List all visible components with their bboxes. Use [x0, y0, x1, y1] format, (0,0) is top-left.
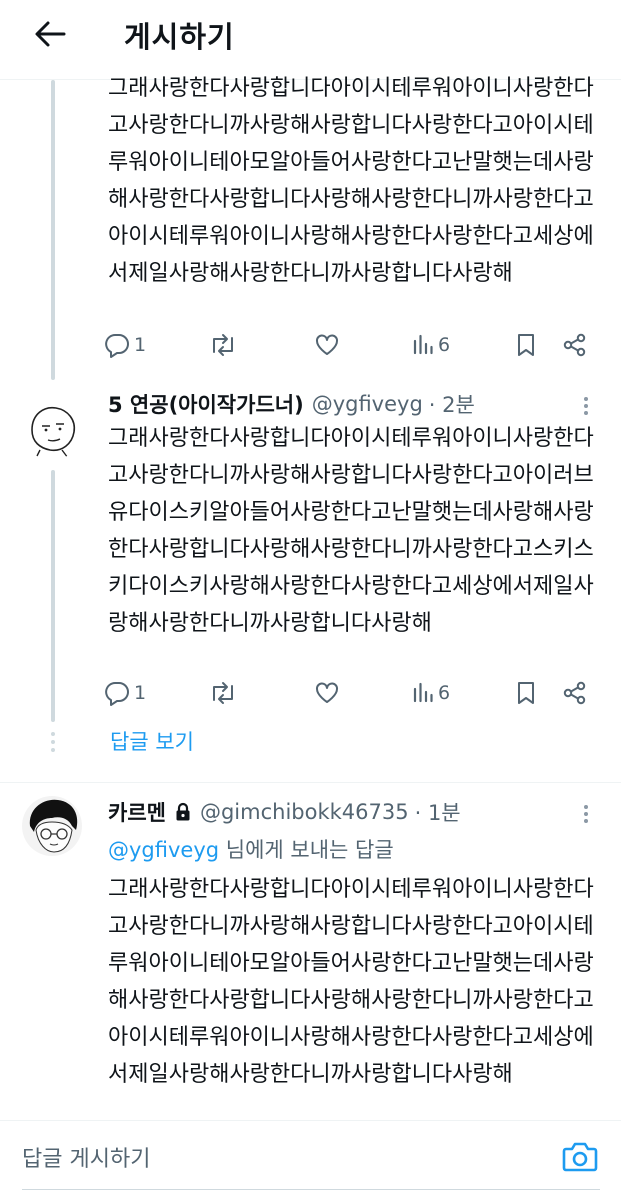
avatar[interactable] — [22, 400, 82, 460]
views-count: 6 — [438, 682, 451, 704]
tweet-text: 그래사랑한다사랑합니다아이시테루워아이니사랑한다고사랑한다니까사랑해사랑합니다사… — [108, 76, 594, 286]
reply-count: 1 — [134, 682, 147, 704]
more-options-button[interactable] — [574, 394, 598, 418]
user-handle[interactable]: @ygfiveyg — [312, 392, 423, 416]
reply-composer: 답글 게시하기 — [0, 1120, 621, 1200]
views-icon — [413, 682, 433, 703]
bookmark-icon — [518, 682, 534, 704]
more-options-button[interactable] — [574, 802, 598, 826]
tweet-text: 그래사랑한다사랑합니다아이시테루워아이니사랑한다고사랑한다니까사랑해사랑합니다사… — [108, 877, 594, 1087]
person-sketch-avatar — [22, 796, 82, 856]
views-button[interactable]: 6 — [412, 328, 450, 362]
lock-icon — [176, 802, 190, 821]
bookmark-button[interactable] — [514, 328, 538, 362]
mention-link[interactable]: @ygfiveyg — [108, 838, 219, 862]
back-arrow-icon — [35, 21, 66, 47]
share-icon — [563, 681, 586, 705]
show-replies-link[interactable]: 답글 보기 — [110, 726, 194, 756]
bookmark-button[interactable] — [514, 676, 538, 710]
composer-underline — [22, 1189, 600, 1190]
tweet-actions: 1 6 — [104, 676, 604, 710]
like-button[interactable] — [314, 676, 344, 710]
share-button[interactable] — [562, 328, 588, 362]
page-title: 게시하기 — [124, 20, 235, 54]
tweet-actions: 1 6 — [104, 328, 604, 362]
camera-icon — [562, 1142, 598, 1172]
tweet-header: 5 연공(아이작가드너) @ygfiveyg · 2분 — [108, 388, 475, 420]
views-count: 6 — [438, 334, 451, 356]
user-handle[interactable]: @gimchibokk46735 — [200, 800, 409, 824]
thread-line — [51, 470, 55, 722]
like-icon — [316, 334, 338, 355]
avatar[interactable] — [22, 796, 82, 856]
views-icon — [413, 334, 433, 355]
bookmark-icon — [518, 334, 534, 356]
share-icon — [563, 333, 586, 357]
views-button[interactable]: 6 — [412, 676, 450, 710]
divider — [0, 782, 621, 783]
reply-icon — [105, 334, 129, 358]
thread-dots — [51, 732, 55, 756]
reply-input[interactable]: 답글 게시하기 — [22, 1131, 542, 1183]
add-photo-button[interactable] — [560, 1139, 600, 1175]
thread-line — [51, 80, 55, 380]
retweet-icon — [213, 334, 233, 356]
timestamp[interactable]: · 2분 — [429, 389, 475, 419]
reply-button[interactable]: 1 — [104, 328, 146, 362]
retweet-icon — [213, 682, 233, 704]
reply-count: 1 — [134, 334, 147, 356]
tweet-header: 카르멘 @gimchibokk46735 · 1분 — [108, 796, 461, 828]
display-name[interactable]: 카르멘 — [108, 797, 166, 827]
tweet-text: 그래사랑한다사랑합니다아이시테루워아이니사랑한다고사랑한다니까사랑해사랑합니다사… — [108, 426, 594, 636]
timestamp[interactable]: · 1분 — [415, 797, 461, 827]
retweet-button[interactable] — [208, 328, 242, 362]
reply-button[interactable]: 1 — [104, 676, 146, 710]
reply-context: @ygfiveyg 님에게 보내는 답글 — [108, 834, 394, 864]
doodle-face-avatar — [22, 400, 82, 460]
display-name[interactable]: 5 연공(아이작가드너) — [108, 389, 304, 419]
top-bar: 게시하기 — [0, 0, 621, 80]
retweet-button[interactable] — [208, 676, 242, 710]
reply-icon — [105, 682, 129, 706]
like-button[interactable] — [314, 328, 344, 362]
reply-context-text: 님에게 보내는 답글 — [219, 838, 394, 862]
back-button[interactable] — [30, 16, 70, 52]
share-button[interactable] — [562, 676, 588, 710]
like-icon — [316, 682, 338, 703]
